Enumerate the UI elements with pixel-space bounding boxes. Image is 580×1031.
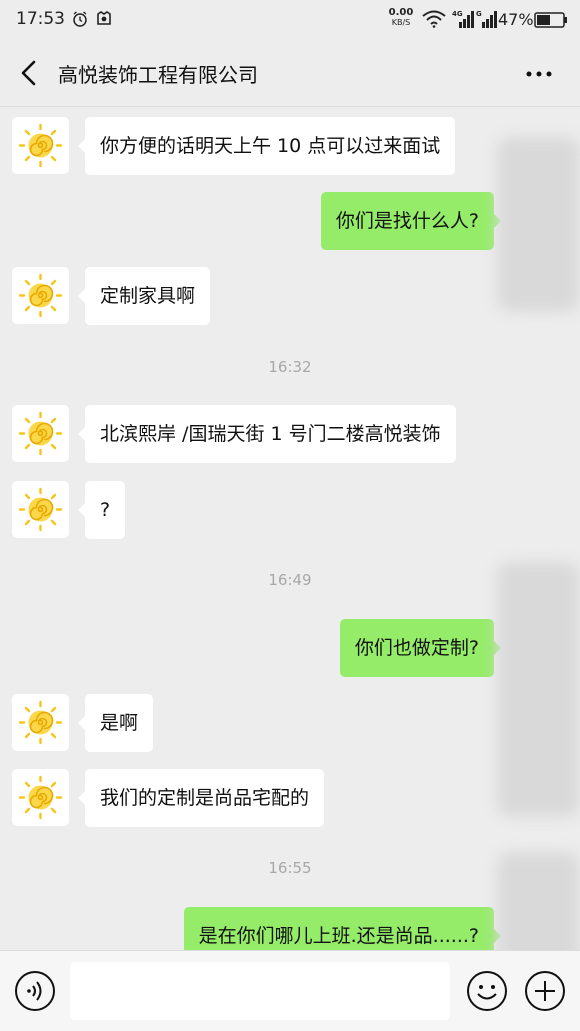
message-timestamp: 16:55 <box>268 859 312 877</box>
chevron-left-icon[interactable] <box>14 58 44 88</box>
sun-icon <box>12 117 69 174</box>
wifi-icon <box>422 10 446 28</box>
alarm-icon <box>73 11 87 27</box>
message-input[interactable] <box>70 962 450 1020</box>
incoming-message[interactable]: ? <box>77 481 126 539</box>
page-title: 高悦装饰工程有限公司 <box>58 63 258 87</box>
smiley-icon[interactable] <box>466 970 508 1012</box>
message-timestamp: 16:32 <box>268 358 312 376</box>
net-speed-value: 0.00 <box>388 7 414 18</box>
redacted-avatar <box>497 562 580 817</box>
redacted-avatar <box>497 137 580 312</box>
contact-avatar[interactable] <box>12 117 69 174</box>
contact-avatar[interactable] <box>12 405 69 462</box>
input-bar <box>0 950 580 1031</box>
battery-icon <box>534 12 567 28</box>
contact-avatar[interactable] <box>12 694 69 751</box>
contact-avatar[interactable] <box>12 481 69 538</box>
incoming-message[interactable]: 是啊 <box>77 694 154 752</box>
contact-avatar[interactable] <box>12 267 69 324</box>
outgoing-message[interactable]: 你们也做定制? <box>339 619 502 677</box>
incoming-message[interactable]: 定制家具啊 <box>77 267 211 325</box>
outgoing-message[interactable]: 你们是找什么人? <box>320 192 502 250</box>
more-dots-icon[interactable] <box>522 62 556 86</box>
incoming-message[interactable]: 北滨熙岸 /国瑞天街 1 号门二楼高悦装饰 <box>78 405 456 463</box>
sun-icon <box>12 267 69 324</box>
message-list[interactable]: 你方便的话明天上午 10 点可以过来面试 你们是找什么人? 定制家具啊 16:3… <box>0 107 580 950</box>
sun-icon <box>12 694 69 751</box>
sun-icon <box>12 405 69 462</box>
signal-g-icon: G <box>476 10 497 28</box>
status-bar: 17:53 0.00 KB/S 4G G 47% <box>0 0 580 40</box>
signal1-label: 4G <box>452 10 463 18</box>
redacted-avatar <box>497 852 580 950</box>
incoming-message[interactable]: 你方便的话明天上午 10 点可以过来面试 <box>77 117 456 175</box>
status-time: 17:53 <box>16 9 65 29</box>
message-timestamp: 16:49 <box>268 571 312 589</box>
chat-header: 高悦装饰工程有限公司 <box>0 40 580 107</box>
battery-percent: 47% <box>498 10 534 29</box>
sun-icon <box>12 481 69 538</box>
sun-icon <box>12 769 69 826</box>
net-speed: 0.00 KB/S <box>386 8 416 28</box>
signal-4g-icon: 4G <box>452 10 474 28</box>
chat-screen: 17:53 0.00 KB/S 4G G 47% 高悦装饰工程有限公司 你方便的… <box>0 0 580 1031</box>
voice-icon[interactable] <box>14 970 56 1012</box>
incoming-message[interactable]: 我们的定制是尚品宅配的 <box>77 769 325 827</box>
signal2-label: G <box>476 10 482 18</box>
net-speed-unit: KB/S <box>391 18 411 27</box>
plus-icon[interactable] <box>524 970 566 1012</box>
app-notification-icon <box>97 11 111 25</box>
contact-avatar[interactable] <box>12 769 69 826</box>
outgoing-message[interactable]: 是在你们哪儿上班.还是尚品......? <box>183 907 502 950</box>
